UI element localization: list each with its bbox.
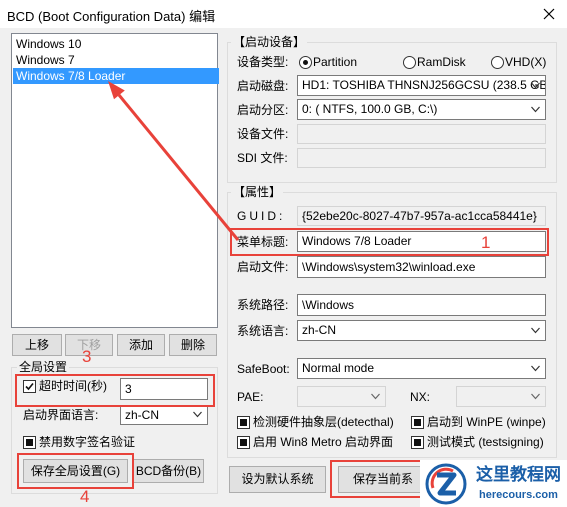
radio-ramdisk-label: RamDisk (417, 55, 466, 69)
system-path-label: 系统路径: (237, 298, 289, 312)
safeboot-select[interactable]: Normal mode (297, 358, 546, 379)
win8-metro-label: 启用 Win8 Metro 启动界面 (253, 435, 394, 449)
annotation-step-3: 3 (82, 347, 92, 366)
device-file-label: 设备文件: (237, 127, 289, 141)
boot-disk-value: HD1: TOSHIBA THNSNJ256GCSU (238.5 GB, C: (302, 78, 546, 92)
boot-file-label: 启动文件: (237, 260, 289, 274)
detecthal-label: 检测硬件抽象层(detecthal) (253, 415, 394, 429)
bcd-backup-button[interactable]: BCD备份(B) (133, 459, 204, 483)
annotation-step-1: 1 (481, 233, 491, 252)
chevron-down-icon (193, 411, 202, 418)
add-button[interactable]: 添加 (117, 334, 165, 356)
annotation-box-timeout (15, 374, 215, 407)
boot-disk-label: 启动磁盘: (237, 79, 289, 93)
sdi-file-input[interactable] (297, 148, 546, 168)
system-lang-label: 系统语言: (237, 324, 289, 338)
global-settings-label: 全局设置 (17, 360, 70, 374)
chevron-down-icon (531, 106, 540, 112)
guid-label: GUID: (237, 209, 286, 223)
watermark-site-url: herecours.com (479, 489, 558, 501)
disable-signature-checkbox[interactable] (23, 436, 36, 449)
z-logo-icon (425, 463, 467, 505)
radio-partition-label: Partition (313, 55, 358, 69)
radio-ramdisk[interactable] (403, 56, 416, 69)
nx-select[interactable] (456, 386, 546, 407)
boot-file-input[interactable]: \Windows\system32\winload.exe (297, 256, 546, 278)
pae-label: PAE: (237, 390, 264, 404)
device-file-input[interactable] (297, 124, 546, 144)
chevron-down-icon (531, 393, 540, 399)
annotation-step-4: 4 (80, 487, 90, 506)
list-item[interactable]: Windows 10 (13, 36, 219, 52)
chevron-down-icon (531, 327, 540, 333)
detecthal-checkbox[interactable] (237, 416, 250, 429)
boot-partition-value: 0: ( NTFS, 100.0 GB, C:\) (302, 102, 438, 116)
device-type-label: 设备类型: (237, 55, 289, 69)
testsigning-label: 测试模式 (testsigning) (427, 435, 544, 449)
window-title: BCD (Boot Configuration Data) 编辑 (7, 9, 216, 24)
boot-disk-select[interactable]: HD1: TOSHIBA THNSNJ256GCSU (238.5 GB, C: (297, 75, 546, 96)
properties-label: 【属性】 (231, 185, 284, 199)
safeboot-value: Normal mode (302, 361, 375, 375)
guid-field[interactable]: {52ebe20c-8027-47b7-957a-ac1cca58441e} (297, 206, 546, 226)
radio-partition[interactable] (299, 56, 312, 69)
os-list[interactable]: Windows 10 Windows 7 Windows 7/8 Loader (11, 33, 219, 328)
boot-lang-value: zh-CN (125, 408, 160, 422)
annotation-box-menu-title (230, 228, 549, 256)
boot-lang-label: 启动界面语言: (23, 408, 99, 422)
winpe-label: 启动到 WinPE (winpe) (427, 415, 546, 429)
list-item[interactable]: Windows 7 (13, 52, 219, 68)
move-up-button[interactable]: 上移 (12, 334, 62, 356)
annotation-box-save-global (17, 453, 134, 489)
sdi-file-label: SDI 文件: (237, 151, 288, 165)
system-lang-value: zh-CN (302, 323, 337, 337)
watermark-site-name: 这里教程网 (476, 465, 561, 484)
disable-signature-label: 禁用数字签名验证 (39, 435, 136, 449)
safeboot-label: SafeBoot: (237, 362, 290, 376)
boot-lang-select[interactable]: zh-CN (120, 405, 208, 425)
pae-select[interactable] (297, 386, 386, 407)
boot-partition-select[interactable]: 0: ( NTFS, 100.0 GB, C:\) (297, 99, 546, 120)
close-icon[interactable] (538, 4, 560, 24)
boot-partition-label: 启动分区: (237, 103, 289, 117)
nx-label: NX: (410, 390, 431, 404)
boot-device-label: 【启动设备】 (231, 35, 308, 49)
delete-button[interactable]: 删除 (169, 334, 217, 356)
system-lang-select[interactable]: zh-CN (297, 320, 546, 341)
winpe-checkbox[interactable] (411, 416, 424, 429)
win8-metro-checkbox[interactable] (237, 436, 250, 449)
radio-vhdx-label: VHD(X) (505, 55, 547, 69)
radio-vhdx[interactable] (491, 56, 504, 69)
testsigning-checkbox[interactable] (411, 436, 424, 449)
system-path-input[interactable]: \Windows (297, 294, 546, 316)
chevron-down-icon (531, 365, 540, 371)
chevron-down-icon (531, 82, 540, 88)
set-default-button[interactable]: 设为默认系统 (229, 466, 326, 493)
list-item[interactable]: Windows 7/8 Loader (13, 68, 219, 84)
chevron-down-icon (371, 393, 380, 399)
